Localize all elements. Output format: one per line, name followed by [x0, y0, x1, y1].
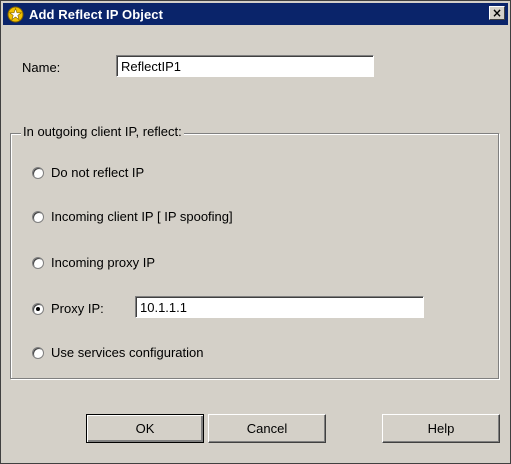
help-button[interactable]: Help [382, 414, 500, 443]
radio-incoming-proxy-ip[interactable]: Incoming proxy IP [32, 255, 155, 270]
radio-button[interactable] [32, 256, 44, 269]
name-label: Name: [22, 60, 61, 75]
radio-proxy-ip[interactable]: Proxy IP: [32, 301, 104, 316]
radio-do-not-reflect[interactable]: Do not reflect IP [32, 165, 144, 180]
proxy-ip-input[interactable] [135, 296, 424, 318]
cancel-button[interactable]: Cancel [208, 414, 326, 443]
gear-star-icon [6, 5, 24, 23]
radio-label: Do not reflect IP [51, 165, 145, 180]
radio-label: Incoming proxy IP [51, 255, 156, 270]
reflect-group-label: In outgoing client IP, reflect: [21, 124, 184, 139]
radio-label: Proxy IP: [51, 301, 104, 316]
radio-button-selected[interactable] [32, 302, 44, 315]
radio-button[interactable] [32, 346, 44, 359]
close-button[interactable]: × [489, 6, 505, 20]
radio-button[interactable] [32, 166, 44, 179]
add-reflect-ip-dialog: Add Reflect IP Object × Name: In outgoin… [0, 0, 511, 464]
radio-label: Incoming client IP [ IP spoofing] [51, 209, 233, 224]
dialog-title: Add Reflect IP Object [29, 6, 164, 22]
close-icon: × [491, 6, 503, 20]
title-bar[interactable]: Add Reflect IP Object × [3, 3, 508, 25]
radio-incoming-client-ip[interactable]: Incoming client IP [ IP spoofing] [32, 209, 233, 224]
ok-button[interactable]: OK [86, 414, 204, 443]
radio-label: Use services configuration [51, 345, 204, 360]
radio-button[interactable] [32, 210, 44, 223]
name-input[interactable] [116, 55, 374, 77]
radio-use-services-config[interactable]: Use services configuration [32, 345, 203, 360]
